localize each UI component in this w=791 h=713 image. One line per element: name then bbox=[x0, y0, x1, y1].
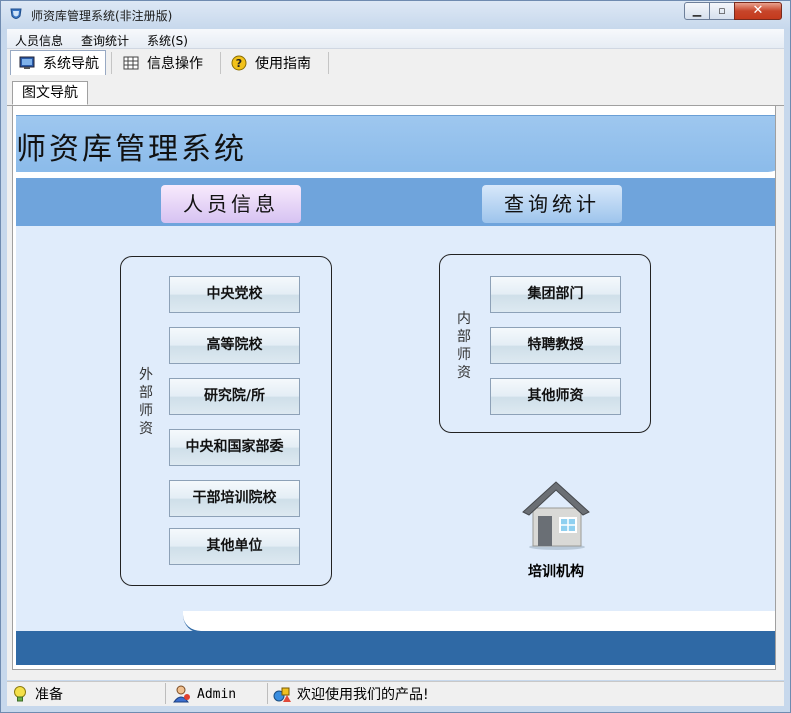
toolbar: 系统导航 信息操作 ? 使用指南 bbox=[7, 49, 784, 76]
maximize-button[interactable]: ▫ bbox=[709, 2, 735, 20]
svg-text:?: ? bbox=[236, 57, 242, 70]
menu-system[interactable]: 系统(S) bbox=[147, 32, 188, 49]
nav-query-button[interactable]: 查询统计 bbox=[482, 185, 622, 223]
house-icon[interactable] bbox=[521, 476, 591, 551]
group-departments-button[interactable]: 集团部门 bbox=[490, 276, 621, 313]
lightbulb-icon bbox=[14, 686, 26, 702]
help-icon: ? bbox=[231, 55, 247, 70]
user-icon bbox=[173, 685, 190, 703]
menu-people[interactable]: 人员信息 bbox=[15, 32, 63, 49]
external-label-char: 外 bbox=[139, 367, 153, 383]
toolbar-info-label: 信息操作 bbox=[147, 55, 203, 72]
toolbar-guide-button[interactable]: ? 使用指南 bbox=[223, 50, 327, 75]
status-separator bbox=[267, 683, 268, 704]
menu-query[interactable]: 查询统计 bbox=[81, 32, 129, 49]
nav-bar: 人员信息 查询统计 bbox=[16, 178, 775, 226]
research-institutes-button[interactable]: 研究院/所 bbox=[169, 378, 300, 415]
toolbar-separator bbox=[328, 52, 329, 74]
external-label-char: 资 bbox=[139, 421, 153, 437]
status-bar: 准备 Admin 欢迎使用我们的产品! bbox=[7, 681, 784, 706]
banner-title: 师资库管理系统 bbox=[16, 132, 247, 167]
grid-icon bbox=[123, 56, 139, 69]
shapes-icon bbox=[273, 687, 291, 702]
app-icon bbox=[10, 8, 22, 19]
client-area: 人员信息 查询统计 系统(S) 系统导航 信息操作 ? 使用指南 图文导航 师资… bbox=[7, 29, 784, 680]
tab-graphic-nav[interactable]: 图文导航 bbox=[12, 81, 88, 105]
status-ready: 准备 bbox=[11, 684, 63, 704]
status-message-label: 欢迎使用我们的产品! bbox=[297, 687, 429, 703]
minimize-button[interactable]: ▁ bbox=[684, 2, 710, 20]
menu-bar: 人员信息 查询统计 系统(S) bbox=[7, 29, 784, 49]
status-message: 欢迎使用我们的产品! bbox=[273, 684, 429, 704]
doc-tab-strip: 图文导航 bbox=[7, 75, 784, 106]
cadre-training-schools-button[interactable]: 干部培训院校 bbox=[169, 480, 300, 517]
banner: 师资库管理系统 bbox=[16, 115, 775, 172]
title-bar[interactable]: 师资库管理系统(非注册版) ▁ ▫ ✕ bbox=[1, 1, 790, 29]
external-label: 外 部 师 资 bbox=[138, 366, 154, 438]
central-ministries-button[interactable]: 中央和国家部委 bbox=[169, 429, 300, 466]
other-units-button[interactable]: 其他单位 bbox=[169, 528, 300, 565]
universities-button[interactable]: 高等院校 bbox=[169, 327, 300, 364]
toolbar-guide-label: 使用指南 bbox=[255, 55, 311, 72]
external-label-char: 部 bbox=[139, 385, 153, 401]
status-user: Admin bbox=[173, 684, 236, 704]
status-ready-label: 准备 bbox=[35, 687, 63, 703]
status-separator bbox=[165, 683, 166, 704]
external-label-char: 师 bbox=[139, 403, 153, 419]
other-teachers-button[interactable]: 其他师资 bbox=[490, 378, 621, 415]
internal-label: 内 部 师 资 bbox=[456, 310, 472, 382]
monitor-icon bbox=[19, 56, 35, 69]
window-title: 师资库管理系统(非注册版) bbox=[31, 9, 173, 23]
internal-label-char: 师 bbox=[457, 347, 471, 363]
toolbar-info-button[interactable]: 信息操作 bbox=[115, 50, 215, 75]
special-professors-button[interactable]: 特聘教授 bbox=[490, 327, 621, 364]
toolbar-separator bbox=[111, 52, 112, 74]
training-institutions-label[interactable]: 培训机构 bbox=[506, 561, 606, 581]
footer-curve bbox=[183, 611, 775, 633]
nav-people-button[interactable]: 人员信息 bbox=[161, 185, 301, 223]
central-party-school-button[interactable]: 中央党校 bbox=[169, 276, 300, 313]
toolbar-nav-label: 系统导航 bbox=[43, 56, 99, 72]
close-button[interactable]: ✕ bbox=[734, 2, 782, 20]
status-user-label: Admin bbox=[197, 686, 237, 702]
internal-label-char: 部 bbox=[457, 329, 471, 345]
footer-bar bbox=[16, 631, 775, 665]
toolbar-separator bbox=[220, 52, 221, 74]
toolbar-nav-button[interactable]: 系统导航 bbox=[10, 50, 106, 75]
internal-label-char: 资 bbox=[457, 365, 471, 381]
nav-body: 外 部 师 资 中央党校 高等院校 研究院/所 中央和国家部委 干部培训院校 其… bbox=[16, 226, 775, 611]
nav-panel: 师资库管理系统 人员信息 查询统计 外 部 师 资 中央党校 高等院校 研究院/… bbox=[12, 105, 776, 670]
internal-label-char: 内 bbox=[457, 311, 471, 327]
